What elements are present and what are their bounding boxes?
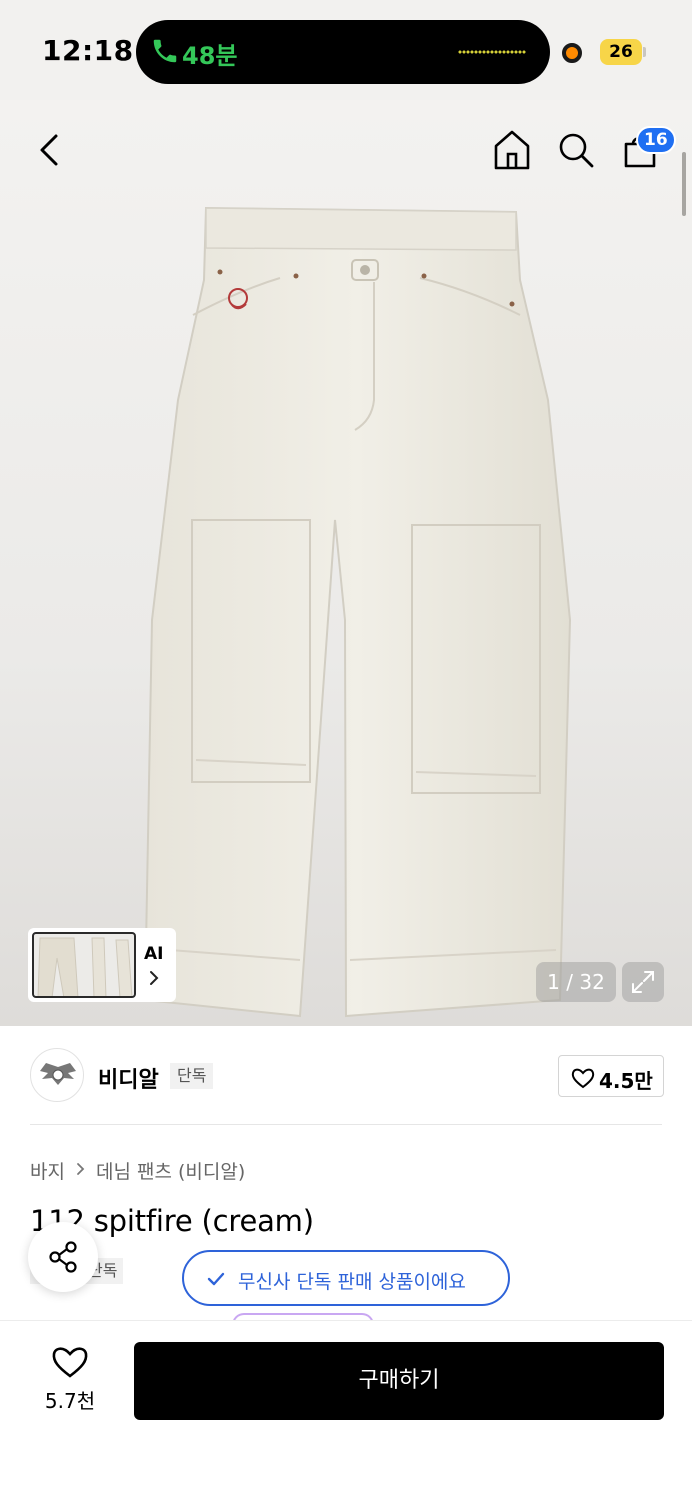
expand-icon xyxy=(632,971,654,993)
status-time: 12:18 xyxy=(42,34,134,67)
check-icon xyxy=(207,1272,225,1286)
bottom-action-bar: 5.7천 구매하기 xyxy=(0,1320,692,1500)
recording-dot-icon xyxy=(562,43,582,63)
product-image xyxy=(143,206,572,1018)
exclusive-notice-text: 무신사 단독 판매 상품이에요 xyxy=(238,1271,466,1293)
image-counter: 1 / 32 xyxy=(536,962,616,1002)
cart-count-badge: 16 xyxy=(636,126,676,154)
audio-waveform-icon xyxy=(458,50,526,54)
heart-icon xyxy=(571,1068,595,1089)
wishlist-heart-icon[interactable] xyxy=(51,1345,89,1379)
share-button[interactable] xyxy=(28,1222,98,1292)
back-arrow-icon[interactable] xyxy=(34,130,66,170)
fullscreen-button[interactable] xyxy=(622,962,664,1002)
call-island[interactable]: 48분 xyxy=(136,20,550,84)
share-icon xyxy=(49,1241,77,1273)
product-image-gallery[interactable]: 16 AI 1 / 32 xyxy=(0,100,692,1026)
breadcrumb-subcategory[interactable]: 데님 팬츠 (비디알) xyxy=(96,1157,245,1184)
call-duration: 48분 xyxy=(182,42,238,70)
status-bar: 12:18 48분 26 xyxy=(0,0,692,100)
exclusive-notice-pill: 무신사 단독 판매 상품이에요 xyxy=(182,1250,510,1306)
exclusive-tag: 단독 xyxy=(170,1063,214,1089)
brand-name[interactable]: 비디알 xyxy=(98,1062,159,1094)
brand-like-button[interactable]: 4.5만 xyxy=(558,1055,664,1097)
battery-tip xyxy=(643,47,646,57)
buy-button[interactable]: 구매하기 xyxy=(134,1342,664,1420)
search-icon[interactable] xyxy=(556,130,596,170)
phone-icon xyxy=(153,39,177,63)
brand-logo[interactable] xyxy=(30,1048,84,1102)
wishlist-count: 5.7천 xyxy=(44,1389,96,1413)
ai-similar-products-card[interactable]: AI xyxy=(28,928,176,1002)
chevron-right-icon xyxy=(77,1163,85,1175)
scrollbar[interactable] xyxy=(682,152,686,216)
winged-logo-icon xyxy=(40,1063,76,1085)
divider xyxy=(30,1124,662,1125)
breadcrumb-category[interactable]: 바지 xyxy=(30,1157,65,1184)
pants-thumbnail-icon xyxy=(37,937,133,996)
brand-like-count: 4.5만 xyxy=(599,1069,653,1093)
chevron-right-icon xyxy=(150,971,159,985)
ai-label: AI xyxy=(144,944,164,964)
thumbnail-image xyxy=(32,932,136,998)
home-icon[interactable] xyxy=(492,128,532,172)
battery-icon: 26 xyxy=(600,39,642,65)
